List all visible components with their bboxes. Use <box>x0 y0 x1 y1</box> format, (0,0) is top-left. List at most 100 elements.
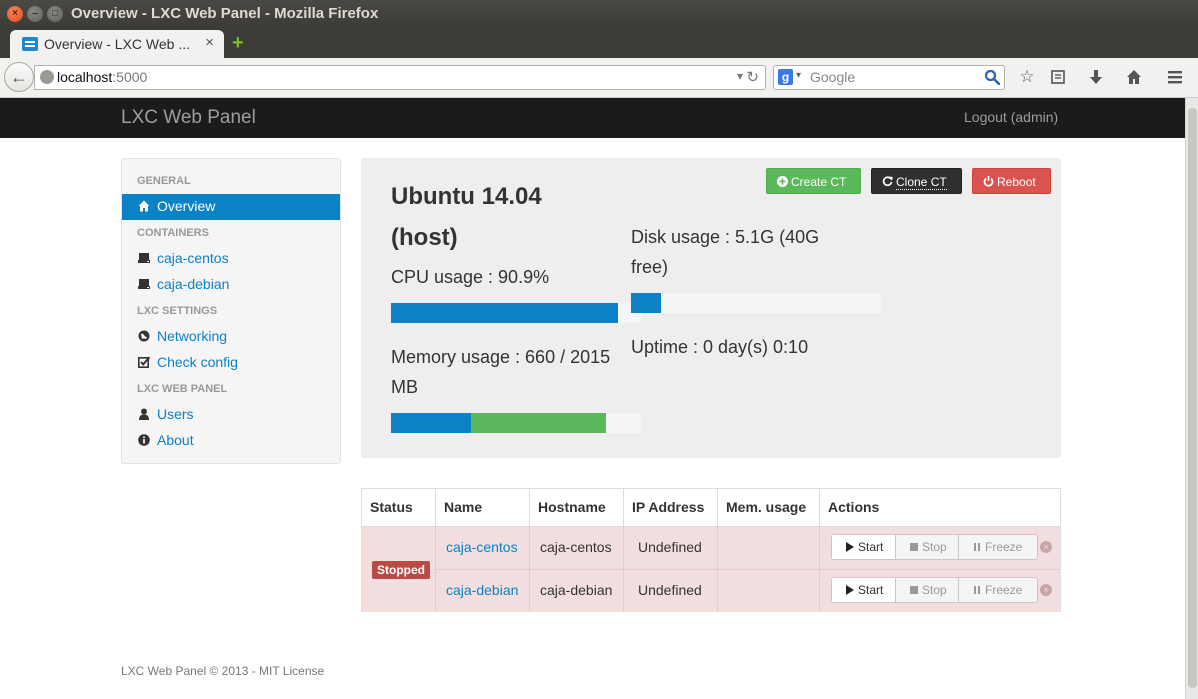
back-button[interactable]: ← <box>4 62 34 92</box>
start-button[interactable]: Start <box>832 535 896 559</box>
cpu-usage-bar <box>391 303 641 323</box>
container-actions-group: Start Stop Freeze <box>831 577 1038 603</box>
home-icon[interactable] <box>1123 66 1145 88</box>
freeze-button[interactable]: Freeze <box>959 578 1037 602</box>
containers-table: Status Name Hostname IP Address Mem. usa… <box>361 488 1061 612</box>
bookmarks-icon[interactable] <box>1047 66 1069 88</box>
downloads-icon[interactable] <box>1085 66 1107 88</box>
url-history-dropdown-icon[interactable]: ▾ <box>737 69 743 83</box>
browser-tab-overview[interactable]: Overview - LXC Web ... × <box>10 30 224 58</box>
window-titlebar: × – □ Overview - LXC Web Panel - Mozilla… <box>0 0 1198 28</box>
table-header-name: Name <box>436 489 530 526</box>
favicon-icon <box>22 37 38 51</box>
table-header-mem-usage: Mem. usage <box>718 489 820 526</box>
sidebar-item-caja-debian[interactable]: caja-debian <box>122 272 340 298</box>
start-button[interactable]: Start <box>832 578 896 602</box>
plus-circle-icon <box>777 176 788 187</box>
disk-usage-label: Disk usage : 5.1G (40G free) <box>631 227 820 277</box>
uptime-label: Uptime : 0 day(s) 0:10 <box>631 337 809 357</box>
host-title: Ubuntu 14.04 (host) <box>391 183 542 251</box>
sidebar-item-overview[interactable]: Overview <box>122 194 340 220</box>
window-close-button[interactable]: × <box>7 6 23 22</box>
start-label: Start <box>858 583 884 597</box>
table-header-status: Status <box>362 489 436 526</box>
logout-link[interactable]: Logout (admin) <box>964 109 1058 125</box>
freeze-button[interactable]: Freeze <box>959 535 1037 559</box>
sidebar-header-containers: CONTAINERS <box>137 227 209 239</box>
freeze-label: Freeze <box>985 583 1023 597</box>
disk-usage-bar-fill <box>631 293 661 313</box>
remove-container-icon[interactable]: × <box>1040 584 1052 596</box>
sidebar-item-label: Users <box>157 406 194 422</box>
create-ct-label: Create CT <box>791 175 847 189</box>
play-icon <box>846 585 854 595</box>
sidebar-item-check-config[interactable]: Check config <box>122 350 340 376</box>
clone-ct-button[interactable]: Clone CT <box>871 168 962 194</box>
pause-icon <box>974 543 980 551</box>
search-icon[interactable] <box>984 69 1000 85</box>
container-actions-group: Start Stop Freeze <box>831 534 1038 560</box>
reboot-button[interactable]: Reboot <box>972 168 1051 194</box>
stop-button[interactable]: Stop <box>896 535 959 559</box>
window-title: Overview - LXC Web Panel - Mozilla Firef… <box>71 5 379 22</box>
stop-label: Stop <box>922 540 947 554</box>
search-bar[interactable]: g ▾ Google <box>773 65 1005 90</box>
reload-icon[interactable]: ↻ <box>746 68 759 86</box>
back-arrow-icon: ← <box>10 67 28 87</box>
sidebar-item-users[interactable]: Users <box>122 402 340 428</box>
host-overview-panel: Ubuntu 14.04 (host) CPU usage : 90.9% Me… <box>361 158 1061 458</box>
server-icon <box>138 253 150 263</box>
sidebar-item-about[interactable]: About <box>122 428 340 454</box>
stop-button[interactable]: Stop <box>896 578 959 602</box>
disk-usage-bar <box>631 293 881 313</box>
sidebar-item-label: About <box>157 432 194 448</box>
site-identity-icon[interactable] <box>40 70 54 84</box>
url-text[interactable]: localhost:5000 <box>57 69 147 85</box>
sidebar-item-label: Overview <box>157 198 216 214</box>
menu-icon[interactable] <box>1164 66 1186 88</box>
remove-container-icon[interactable]: × <box>1040 541 1052 553</box>
sidebar-item-label: Networking <box>157 328 228 344</box>
freeze-label: Freeze <box>985 540 1023 554</box>
window-maximize-button[interactable]: □ <box>47 6 63 22</box>
column-divider <box>717 526 718 612</box>
container-ip: Undefined <box>638 582 702 598</box>
container-ip: Undefined <box>638 539 702 555</box>
table-header-ip-address: IP Address <box>624 489 718 526</box>
column-divider <box>529 526 530 612</box>
window-minimize-button[interactable]: – <box>27 6 43 22</box>
search-engine-dropdown-icon[interactable]: ▾ <box>796 70 801 81</box>
globe-icon <box>138 330 150 342</box>
start-label: Start <box>858 540 884 554</box>
status-badge: Stopped <box>372 561 430 579</box>
page-scrollbar[interactable] <box>1185 98 1198 699</box>
search-placeholder: Google <box>810 69 856 85</box>
pause-icon <box>974 586 980 594</box>
page-footer: LXC Web Panel © 2013 - MIT License <box>121 664 325 678</box>
memory-usage-label: Memory usage : 660 / 2015 MB <box>391 347 611 397</box>
stop-label: Stop <box>922 583 947 597</box>
url-bar[interactable]: localhost:5000 ▾ ↻ <box>34 65 766 90</box>
cpu-usage-bar-fill <box>391 303 619 323</box>
cpu-usage-label: CPU usage : 90.9% <box>391 267 550 287</box>
tab-strip: Overview - LXC Web ... × + <box>0 28 1198 58</box>
sidebar-item-label: caja-centos <box>157 250 229 266</box>
sidebar-header-lxc-web-panel: LXC WEB PANEL <box>137 383 228 395</box>
url-port: :5000 <box>112 69 148 85</box>
url-host: localhost <box>57 69 113 85</box>
scrollbar-thumb[interactable] <box>1188 108 1197 688</box>
stop-icon <box>910 543 918 551</box>
sidebar-item-networking[interactable]: Networking <box>122 324 340 350</box>
search-engine-icon[interactable]: g <box>778 69 793 85</box>
app-navbar: LXC Web Panel Logout (admin) <box>0 98 1185 138</box>
create-ct-button[interactable]: Create CT <box>766 168 861 194</box>
new-tab-button[interactable]: + <box>232 33 244 53</box>
star-icon[interactable]: ☆ <box>1016 66 1038 88</box>
server-icon <box>138 279 150 289</box>
container-name-link[interactable]: caja-centos <box>446 539 518 555</box>
container-name-link[interactable]: caja-debian <box>446 582 518 598</box>
sidebar-item-caja-centos[interactable]: caja-centos <box>122 246 340 272</box>
column-divider <box>819 526 820 612</box>
app-brand[interactable]: LXC Web Panel <box>121 107 256 129</box>
tab-close-icon[interactable]: × <box>205 34 214 51</box>
